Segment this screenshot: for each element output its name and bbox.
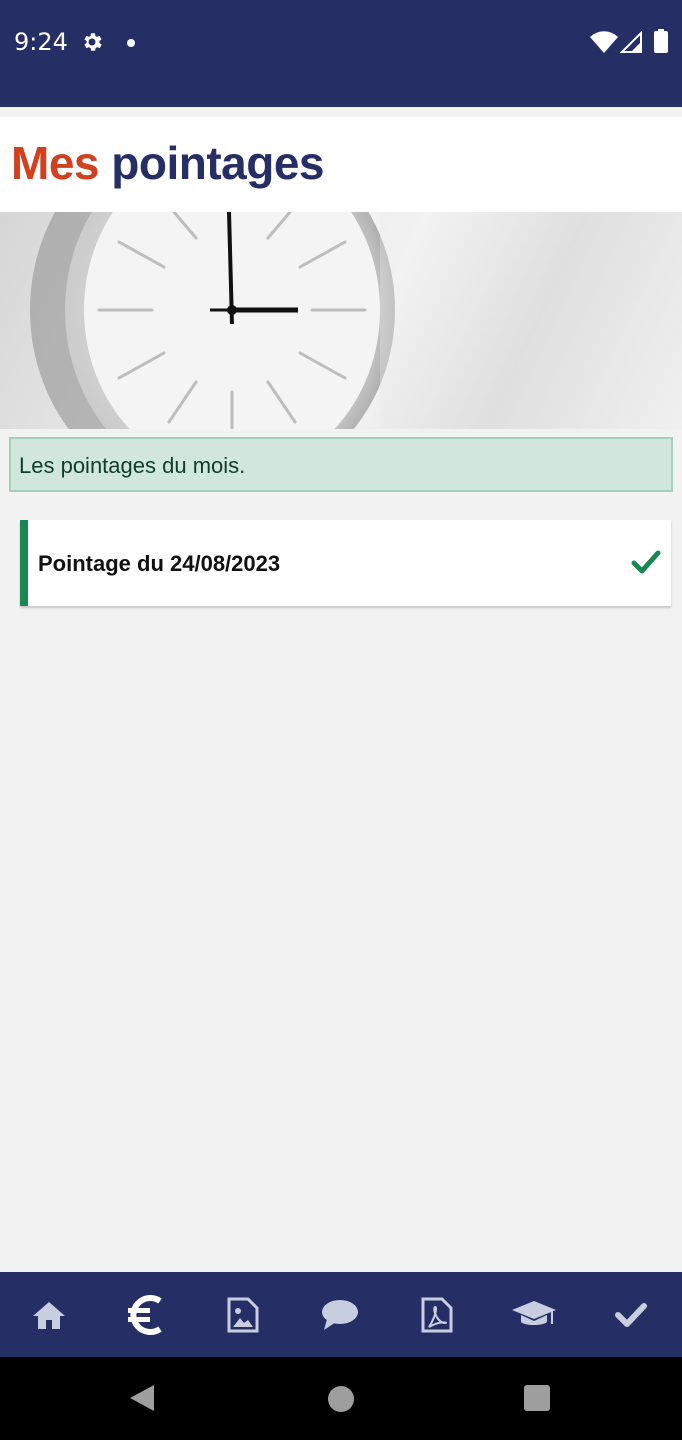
- notification-dot-icon: [127, 39, 135, 47]
- status-bar: 9:24: [0, 0, 682, 107]
- page-title-main: pointages: [111, 137, 325, 189]
- nav-home-button[interactable]: [0, 1272, 97, 1357]
- check-icon: [614, 1302, 647, 1327]
- info-text: Les pointages du mois.: [19, 453, 246, 478]
- signal-icon: [620, 31, 642, 53]
- nav-pointages-button[interactable]: [582, 1272, 679, 1357]
- bottom-nav: [0, 1272, 682, 1357]
- nav-euro-button[interactable]: [97, 1272, 194, 1357]
- gear-icon: [84, 33, 102, 51]
- list-item[interactable]: Pointage du 24/08/2023: [20, 520, 671, 606]
- system-nav-bar: [0, 1357, 682, 1440]
- pdf-file-icon: [421, 1297, 452, 1332]
- status-time: 9:24: [14, 28, 68, 56]
- wifi-icon: [590, 31, 618, 53]
- nav-pdf-button[interactable]: [388, 1272, 485, 1357]
- graduation-cap-icon: [511, 1300, 556, 1325]
- nav-training-button[interactable]: [485, 1272, 582, 1357]
- nav-images-button[interactable]: [194, 1272, 291, 1357]
- battery-icon: [654, 29, 668, 53]
- chat-bubble-icon: [321, 1299, 358, 1330]
- page-title: Mes pointages: [11, 136, 325, 190]
- header-separator: [0, 107, 682, 117]
- clock-banner-image: [0, 212, 682, 429]
- home-circle-icon[interactable]: [327, 1385, 355, 1413]
- recents-icon[interactable]: [524, 1385, 550, 1411]
- image-file-icon: [227, 1297, 258, 1332]
- info-alert: Les pointages du mois.: [9, 437, 673, 492]
- euro-icon: [127, 1294, 162, 1335]
- back-icon[interactable]: [128, 1383, 156, 1413]
- nav-messages-button[interactable]: [291, 1272, 388, 1357]
- list-item-label: Pointage du 24/08/2023: [38, 551, 281, 576]
- check-icon: [631, 550, 661, 574]
- home-icon: [32, 1301, 65, 1329]
- page-title-accent: Mes: [11, 137, 99, 189]
